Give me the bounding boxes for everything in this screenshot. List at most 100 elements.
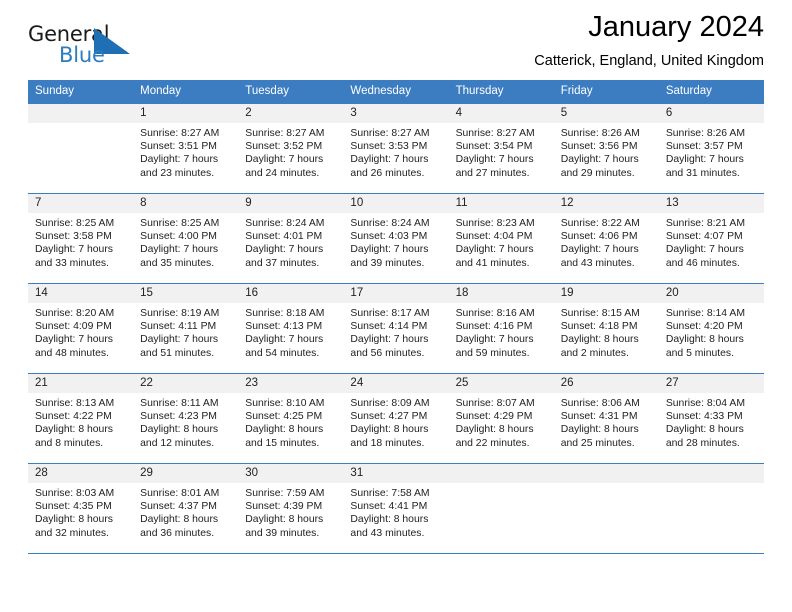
day-cell-5[interactable]: 5 Sunrise: 8:26 AM Sunset: 3:56 PM Daylight… (553, 104, 659, 194)
sunset-text: Sunset: 4:09 PM (35, 321, 112, 333)
day-cell-16[interactable]: 16 Sunrise: 8:18 AM Sunset: 4:13 PM Dayligh… (238, 284, 344, 374)
day-details (554, 483, 659, 487)
calendar-week-row: 1 Sunrise: 8:27 AM Sunset: 3:51 PM Daylight… (28, 103, 764, 194)
day-number: 4 (448, 104, 554, 123)
day-cell-15[interactable]: 15 Sunrise: 8:19 AM Sunset: 4:11 PM Dayligh… (133, 284, 239, 374)
day-cell-10[interactable]: 10 Sunrise: 8:24 AM Sunset: 4:03 PM Dayligh… (343, 194, 449, 284)
day-cell-31[interactable]: 31 Sunrise: 7:58 AM Sunset: 4:41 PM Dayligh… (343, 464, 449, 554)
day-cell-3[interactable]: 3 Sunrise: 8:27 AM Sunset: 3:53 PM Daylight… (343, 104, 449, 194)
daylight-text-line1: Daylight: 7 hours (245, 334, 324, 346)
day-number: 14 (28, 284, 134, 303)
daylight-text-line2: and 29 minutes. (560, 167, 635, 179)
day-cell-6[interactable]: 6 Sunrise: 8:26 AM Sunset: 3:57 PM Daylight… (658, 104, 764, 194)
day-cell-7[interactable]: 7 Sunrise: 8:25 AM Sunset: 3:58 PM Daylight… (28, 194, 134, 284)
calendar-week-row: 7 Sunrise: 8:25 AM Sunset: 3:58 PM Daylight… (28, 193, 764, 284)
daylight-text-line2: and 39 minutes. (350, 257, 425, 269)
weekday-header-thursday: Thursday (448, 80, 554, 104)
daylight-text-line1: Daylight: 8 hours (350, 514, 429, 526)
daylight-text-line2: and 54 minutes. (245, 347, 320, 359)
day-cell-9[interactable]: 9 Sunrise: 8:24 AM Sunset: 4:01 PM Daylight… (238, 194, 344, 284)
day-cell-19[interactable]: 19 Sunrise: 8:15 AM Sunset: 4:18 PM Dayligh… (553, 284, 659, 374)
calendar-week-row: 21 Sunrise: 8:13 AM Sunset: 4:22 PM Dayligh… (28, 373, 764, 464)
sunrise-text: Sunrise: 8:27 AM (455, 128, 535, 139)
day-cell-12[interactable]: 12 Sunrise: 8:22 AM Sunset: 4:06 PM Dayligh… (553, 194, 659, 284)
day-details: Sunrise: 8:09 AM Sunset: 4:27 PM Daylight:… (343, 393, 448, 450)
calendar-page: General Blue January 2024 Catterick, Eng… (0, 0, 792, 612)
sunrise-text: Sunrise: 8:13 AM (35, 398, 115, 409)
daylight-text-line2: and 22 minutes. (455, 437, 530, 449)
day-number: 7 (28, 194, 134, 213)
day-cell-11[interactable]: 11 Sunrise: 8:23 AM Sunset: 4:04 PM Dayligh… (448, 194, 554, 284)
day-cell-20[interactable]: 20 Sunrise: 8:14 AM Sunset: 4:20 PM Dayligh… (658, 284, 764, 374)
day-details: Sunrise: 8:10 AM Sunset: 4:25 PM Daylight:… (238, 393, 343, 450)
daylight-text-line2: and 25 minutes. (560, 437, 635, 449)
day-cell-29[interactable]: 29 Sunrise: 8:01 AM Sunset: 4:37 PM Dayligh… (133, 464, 239, 554)
day-cell-4[interactable]: 4 Sunrise: 8:27 AM Sunset: 3:54 PM Daylight… (448, 104, 554, 194)
sunrise-text: Sunrise: 8:03 AM (35, 488, 115, 499)
sunset-text: Sunset: 4:07 PM (665, 231, 743, 243)
day-details: Sunrise: 7:58 AM Sunset: 4:41 PM Daylight:… (343, 483, 448, 540)
day-cell-18[interactable]: 18 Sunrise: 8:16 AM Sunset: 4:16 PM Dayligh… (448, 284, 554, 374)
page-title: January 2024 (588, 11, 764, 43)
daylight-text-line1: Daylight: 8 hours (350, 424, 429, 436)
day-cell-23[interactable]: 23 Sunrise: 8:10 AM Sunset: 4:25 PM Dayligh… (238, 374, 344, 464)
day-number (448, 464, 554, 483)
day-cell-26[interactable]: 26 Sunrise: 8:06 AM Sunset: 4:31 PM Dayligh… (553, 374, 659, 464)
weekday-header-saturday: Saturday (658, 80, 764, 104)
day-cell-27[interactable]: 27 Sunrise: 8:04 AM Sunset: 4:33 PM Dayligh… (658, 374, 764, 464)
weekday-header-wednesday: Wednesday (343, 80, 449, 104)
day-cell-17[interactable]: 17 Sunrise: 8:17 AM Sunset: 4:14 PM Dayligh… (343, 284, 449, 374)
day-cell-8[interactable]: 8 Sunrise: 8:25 AM Sunset: 4:00 PM Daylight… (133, 194, 239, 284)
sunset-text: Sunset: 4:06 PM (560, 231, 638, 243)
day-cell-14[interactable]: 14 Sunrise: 8:20 AM Sunset: 4:09 PM Dayligh… (28, 284, 134, 374)
daylight-text-line1: Daylight: 7 hours (245, 154, 324, 166)
day-number: 26 (553, 374, 659, 393)
daylight-text-line1: Daylight: 7 hours (140, 154, 219, 166)
day-details: Sunrise: 8:26 AM Sunset: 3:56 PM Daylight:… (554, 123, 659, 180)
day-cell-30[interactable]: 30 Sunrise: 7:59 AM Sunset: 4:39 PM Dayligh… (238, 464, 344, 554)
sunset-text: Sunset: 4:11 PM (140, 321, 217, 333)
day-number: 31 (343, 464, 449, 483)
day-cell-24[interactable]: 24 Sunrise: 8:09 AM Sunset: 4:27 PM Dayligh… (343, 374, 449, 464)
daylight-text-line2: and 48 minutes. (35, 347, 109, 359)
sunrise-text: Sunrise: 8:10 AM (245, 398, 325, 409)
daylight-text-line1: Daylight: 7 hours (665, 244, 744, 256)
sunset-text: Sunset: 4:27 PM (350, 411, 428, 423)
day-number: 29 (133, 464, 239, 483)
sunrise-text: Sunrise: 8:26 AM (665, 128, 745, 139)
brand-logo[interactable]: General Blue (28, 22, 148, 72)
day-details: Sunrise: 8:24 AM Sunset: 4:01 PM Daylight:… (238, 213, 343, 270)
daylight-text-line2: and 37 minutes. (245, 257, 320, 269)
day-cell-28[interactable]: 28 Sunrise: 8:03 AM Sunset: 4:35 PM Dayligh… (28, 464, 134, 554)
sunset-text: Sunset: 3:53 PM (350, 141, 428, 153)
sunset-text: Sunset: 4:22 PM (35, 411, 112, 423)
daylight-text-line1: Daylight: 7 hours (350, 244, 429, 256)
day-details: Sunrise: 8:07 AM Sunset: 4:29 PM Daylight:… (449, 393, 554, 450)
day-number: 3 (343, 104, 449, 123)
sunset-text: Sunset: 4:39 PM (245, 501, 323, 513)
day-cell-1[interactable]: 1 Sunrise: 8:27 AM Sunset: 3:51 PM Daylight… (133, 104, 239, 194)
sunrise-text: Sunrise: 8:14 AM (665, 308, 745, 319)
day-number: 18 (448, 284, 554, 303)
weekday-header-row: Sunday Monday Tuesday Wednesday Thursday Frid… (28, 80, 764, 104)
month-calendar: Sunday Monday Tuesday Wednesday Thursday Frid… (28, 80, 764, 554)
day-number (28, 104, 134, 123)
sunset-text: Sunset: 4:23 PM (140, 411, 217, 423)
day-cell-empty (28, 104, 134, 194)
daylight-text-line2: and 24 minutes. (245, 167, 320, 179)
sunset-text: Sunset: 4:31 PM (560, 411, 638, 423)
day-cell-2[interactable]: 2 Sunrise: 8:27 AM Sunset: 3:52 PM Daylight… (238, 104, 344, 194)
day-details: Sunrise: 8:27 AM Sunset: 3:53 PM Daylight:… (343, 123, 448, 180)
day-cell-25[interactable]: 25 Sunrise: 8:07 AM Sunset: 4:29 PM Dayligh… (448, 374, 554, 464)
daylight-text-line1: Daylight: 7 hours (350, 154, 429, 166)
day-details: Sunrise: 8:19 AM Sunset: 4:11 PM Daylight:… (133, 303, 238, 360)
day-cell-22[interactable]: 22 Sunrise: 8:11 AM Sunset: 4:23 PM Dayligh… (133, 374, 239, 464)
day-cell-13[interactable]: 13 Sunrise: 8:21 AM Sunset: 4:07 PM Dayligh… (658, 194, 764, 284)
day-number: 27 (658, 374, 764, 393)
day-cell-21[interactable]: 21 Sunrise: 8:13 AM Sunset: 4:22 PM Dayligh… (28, 374, 134, 464)
day-details: Sunrise: 8:06 AM Sunset: 4:31 PM Daylight:… (554, 393, 659, 450)
day-details: Sunrise: 8:22 AM Sunset: 4:06 PM Daylight:… (554, 213, 659, 270)
daylight-text-line2: and 8 minutes. (35, 437, 104, 449)
day-details: Sunrise: 7:59 AM Sunset: 4:39 PM Daylight:… (238, 483, 343, 540)
sunset-text: Sunset: 4:35 PM (35, 501, 112, 513)
